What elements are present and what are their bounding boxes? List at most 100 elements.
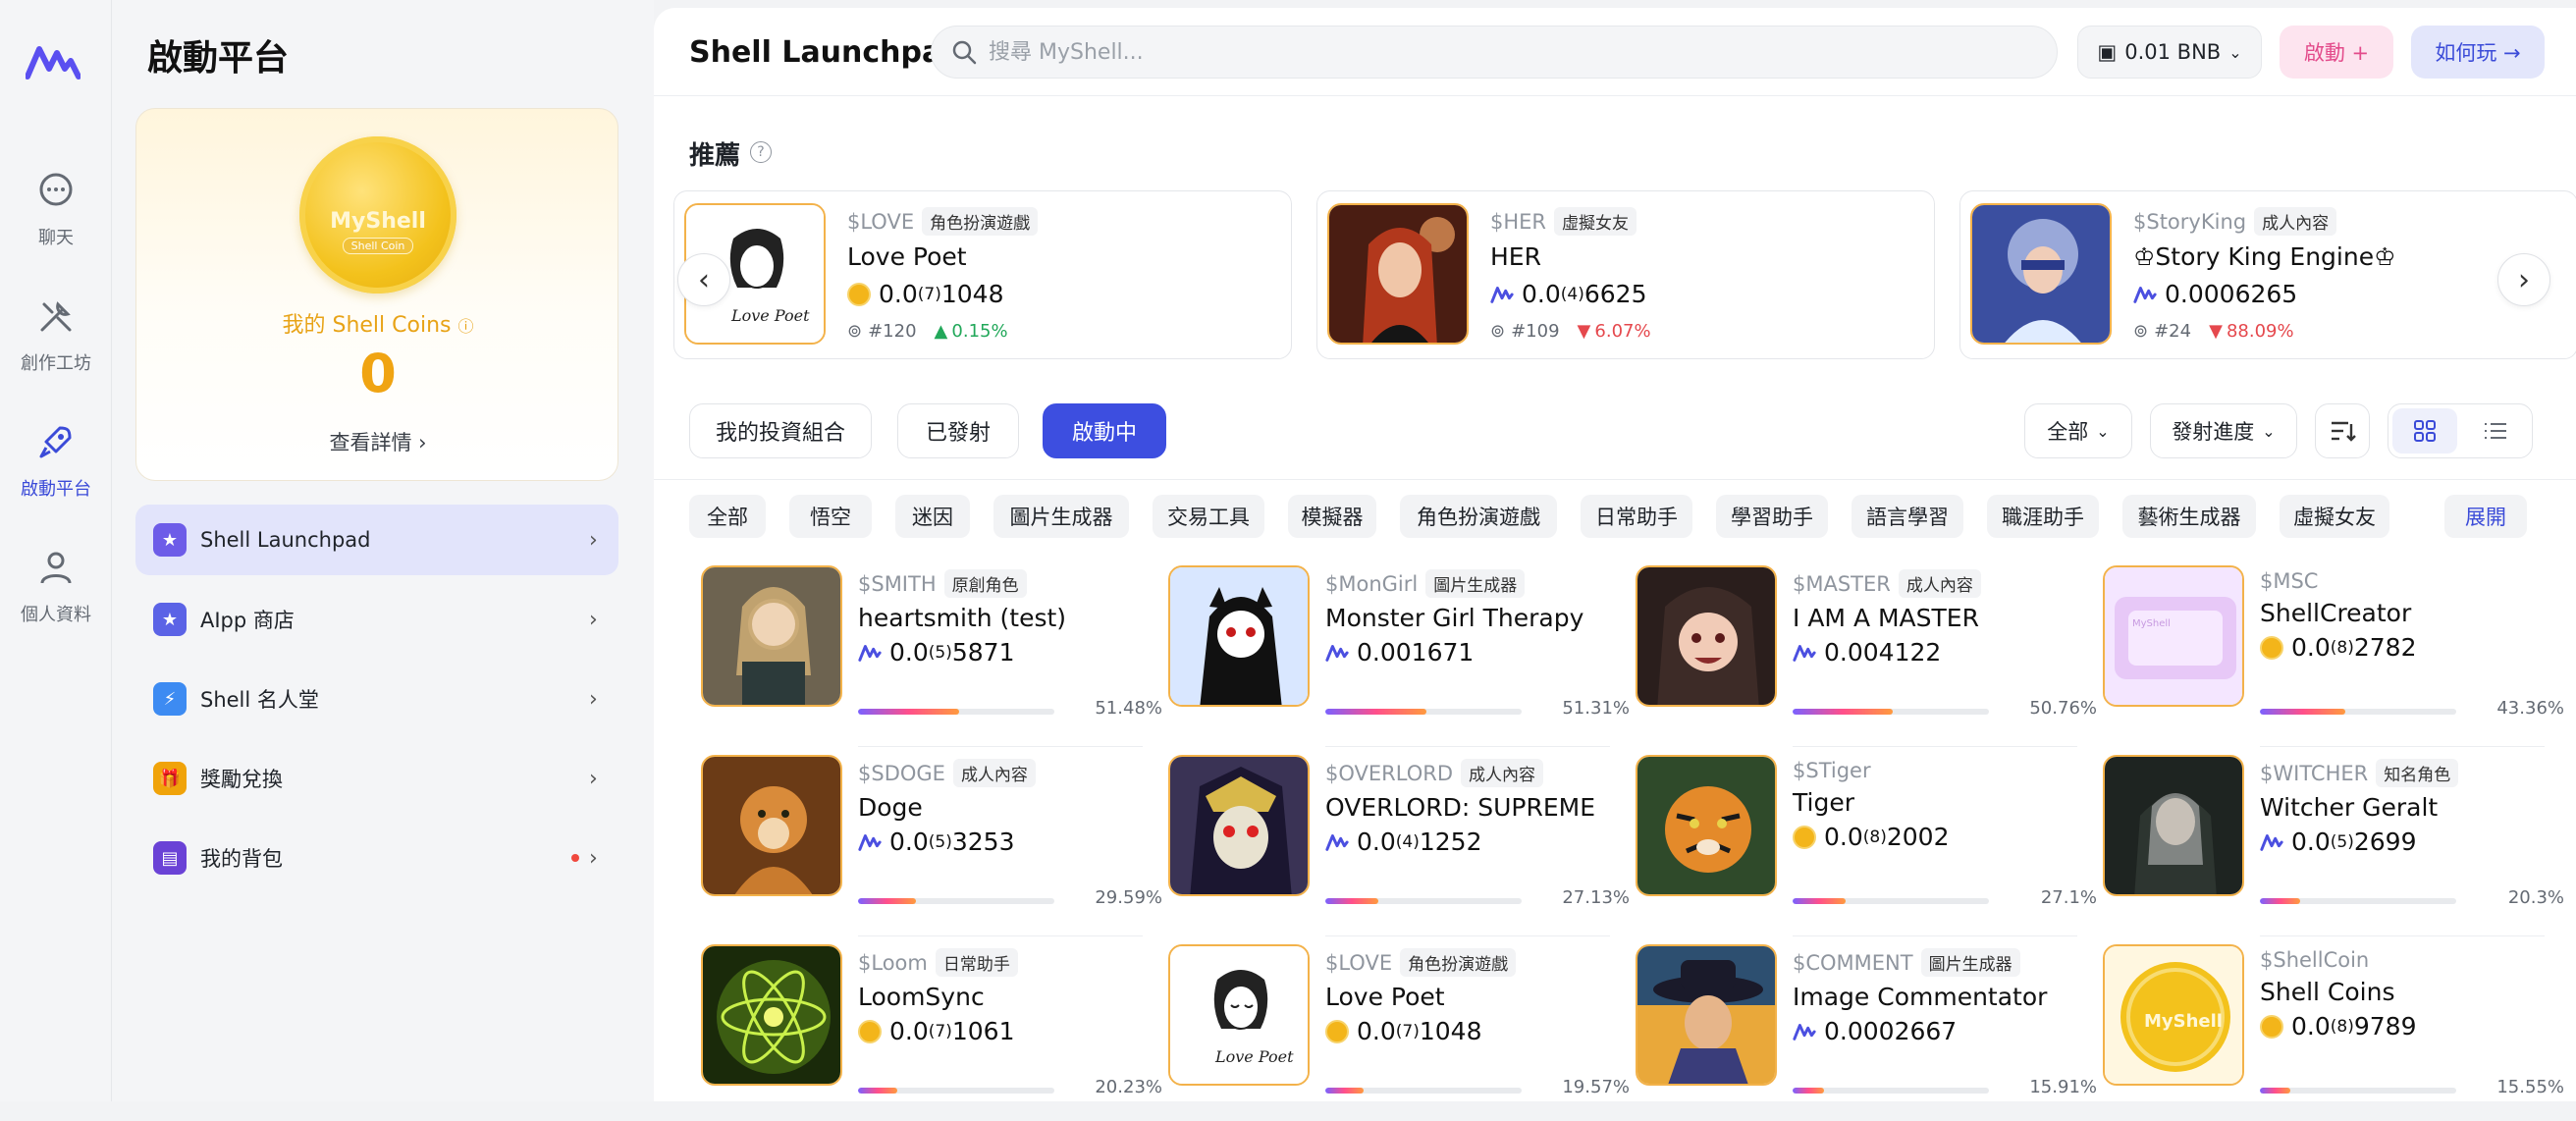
token-price: 0.0 (4) 1252 <box>1325 827 1630 856</box>
nav-item[interactable]: ⚡ Shell 名人堂 › <box>135 664 618 734</box>
view-toggle <box>2388 403 2533 458</box>
category-chip[interactable]: 模擬器 <box>1288 495 1376 538</box>
category-chip[interactable]: 日常助手 <box>1581 495 1692 538</box>
price-zeros: (8) <box>2330 1016 2354 1037</box>
launch-button[interactable]: 啟動 + <box>2280 26 2393 79</box>
token-card[interactable]: $COMMENT 圖片生成器 Image Commentator 0.0002667 1… <box>1636 944 2097 1121</box>
price-main: 0.0 <box>889 1017 929 1045</box>
rail-label: 個人資料 <box>21 605 91 625</box>
view-details-link[interactable]: 查看詳情 › <box>136 427 619 456</box>
token-price: 0.0 (7) 1048 <box>1325 1017 1630 1045</box>
price-zeros: (5) <box>928 642 952 663</box>
token-card[interactable]: $SMITH 原創角色 heartsmith (test) 0.0 (5) 5871 51.… <box>701 565 1162 742</box>
myshell-icon <box>858 833 882 851</box>
category-chip[interactable]: 全部 <box>689 495 766 538</box>
recommend-card[interactable]: $StoryKing 成人內容 ♔Story King Engine♔ 0.00062… <box>1959 190 2576 359</box>
category-chip[interactable]: 職涯助手 <box>1987 495 2099 538</box>
token-card[interactable]: $STiger Tiger 0.0 (8) 2002 27.1% <box>1636 755 2097 932</box>
token-ticker: $OVERLORD <box>1325 761 1453 785</box>
nav-item[interactable]: ★ AIpp 商店 › <box>135 584 618 655</box>
category-chip[interactable]: 圖片生成器 <box>993 495 1129 538</box>
tab-portfolio[interactable]: 我的投資組合 <box>689 403 872 458</box>
price-main: 0.0 <box>2291 827 2331 856</box>
token-info: $OVERLORD 成人內容 OVERLORD: SUPREME 0.0 (4) 1252 <box>1325 759 1630 856</box>
price-tail: 9789 <box>2353 1012 2417 1041</box>
token-card[interactable]: $Loom 日常助手 LoomSync 0.0 (7) 1061 20.23% <box>701 944 1162 1121</box>
list-view-button[interactable] <box>2463 408 2528 454</box>
category-chip[interactable]: 迷因 <box>895 495 970 538</box>
token-card[interactable]: $OVERLORD 成人內容 OVERLORD: SUPREME 0.0 (4) 1252… <box>1168 755 1630 932</box>
how-to-play-button[interactable]: 如何玩 → <box>2411 26 2545 79</box>
token-price: 0.004122 <box>1793 638 2097 667</box>
carousel-next-button[interactable]: › <box>2497 253 2550 306</box>
token-price: 0.0002667 <box>1793 1017 2097 1045</box>
launch-progress-bar <box>858 898 1054 904</box>
category-chip[interactable]: 悟空 <box>789 495 872 538</box>
card-header: $StoryKing 成人內容 <box>2133 207 2337 236</box>
category-chip[interactable]: 虛擬女友 <box>2280 495 2389 538</box>
sort-button[interactable] <box>2315 403 2370 458</box>
row-divider <box>1325 746 1610 747</box>
coin-balance-label: 我的 Shell Coins ⓘ <box>136 307 619 339</box>
myshell-logo-icon[interactable] <box>26 43 80 82</box>
filter-progress-select[interactable]: 發射進度 ⌄ <box>2150 403 2297 458</box>
nav-item[interactable]: ▤ 我的背包 › <box>135 823 618 893</box>
carousel-prev-button[interactable]: ‹ <box>677 253 730 306</box>
tab-launching[interactable]: 啟動中 <box>1043 403 1166 458</box>
price-main: 0.0 <box>1824 823 1863 851</box>
progress-fill <box>1793 898 1847 904</box>
search-input[interactable] <box>989 39 1970 65</box>
nav-item[interactable]: ★ Shell Launchpad › <box>135 505 618 575</box>
category-chip[interactable]: 交易工具 <box>1153 495 1264 538</box>
nav-item-label: 獎勵兌換 <box>200 768 283 791</box>
token-card[interactable]: $SDOGE 成人內容 Doge 0.0 (5) 3253 29.59% <box>701 755 1162 932</box>
tab-launched[interactable]: 已發射 <box>897 403 1019 458</box>
token-card[interactable]: MyShell $MSC ShellCreator 0.0 (8) 2782 43.36% <box>2103 565 2564 742</box>
wallet-balance-button[interactable]: ▣ 0.01 BNB ⌄ <box>2077 26 2262 79</box>
expand-categories-button[interactable]: 展開 <box>2444 495 2527 538</box>
category-chip[interactable]: 藝術生成器 <box>2122 495 2256 538</box>
chevron-left-icon: ‹ <box>698 262 710 297</box>
info-icon[interactable]: ⓘ <box>457 317 473 336</box>
price-tail: 5871 <box>951 638 1015 667</box>
nav-item[interactable]: 🎁 獎勵兌換 › <box>135 743 618 814</box>
token-ticker: $MSC <box>2260 569 2319 593</box>
token-card[interactable]: $WITCHER 知名角色 Witcher Geralt 0.0 (5) 2699 20.3… <box>2103 755 2564 932</box>
token-card[interactable]: Love Poet $LOVE 角色扮演遊戲 Love Poet 0.0 (7) 1048 1… <box>1168 944 1630 1121</box>
grid-view-button[interactable] <box>2392 408 2457 454</box>
rail-item-workshop[interactable]: 創作工坊 <box>0 294 112 402</box>
category-chip[interactable]: 語言學習 <box>1852 495 1963 538</box>
launch-progress-bar <box>1793 898 1989 904</box>
search-bar[interactable] <box>931 26 2058 79</box>
filter-all-select[interactable]: 全部 ⌄ <box>2024 403 2132 458</box>
launch-progress-bar <box>1325 898 1522 904</box>
token-avatar <box>1636 755 1777 896</box>
rank-icon: ⊚ <box>847 321 863 342</box>
star-icon: ★ <box>153 603 187 636</box>
category-chip[interactable]: 學習助手 <box>1716 495 1828 538</box>
recommend-card[interactable]: Love Poet $LOVE 角色扮演遊戲 Love Poet 0.0 (7) 1048 ⊚… <box>673 190 1292 359</box>
help-icon[interactable]: ? <box>750 141 772 163</box>
rail-item-chat[interactable]: 聊天 <box>0 169 112 277</box>
rail-item-profile[interactable]: 個人資料 <box>0 546 112 654</box>
price-tail: 2782 <box>2353 633 2417 662</box>
token-card[interactable]: $MonGirl 圖片生成器 Monster Girl Therapy 0.00167… <box>1168 565 1630 742</box>
star-icon: ★ <box>153 523 187 557</box>
chevron-down-icon: ⌄ <box>2228 42 2242 62</box>
category-tag: 日常助手 <box>935 948 1018 977</box>
recommend-card[interactable]: $HER 虛擬女友 HER 0.0 (4) 6625 ⊚ #109 ▼ 6.07% <box>1316 190 1935 359</box>
category-chip[interactable]: 角色扮演遊戲 <box>1400 495 1557 538</box>
progress-fill <box>2260 1088 2291 1094</box>
token-card[interactable]: $MASTER 成人內容 I AM A MASTER 0.004122 50.76% <box>1636 565 2097 742</box>
token-name: Witcher Geralt <box>2260 793 2439 822</box>
token-info: $Loom 日常助手 LoomSync 0.0 (7) 1061 <box>858 948 1162 1045</box>
card-meta: ⊚ #120 ▲ 0.15% <box>847 321 1008 342</box>
svg-text:Love Poet: Love Poet <box>1214 1047 1294 1066</box>
token-name: Shell Coins <box>2260 978 2395 1006</box>
filter-all-label: 全部 <box>2047 420 2089 444</box>
progress-fill <box>1325 898 1379 904</box>
rail-item-launchpad[interactable]: 啟動平台 <box>0 420 112 528</box>
category-tag: 角色扮演遊戲 <box>922 207 1039 236</box>
token-ticker: $COMMENT <box>1793 950 1913 975</box>
token-card[interactable]: MyShell $ShellCoin Shell Coins 0.0 (8) 9789 15… <box>2103 944 2564 1121</box>
